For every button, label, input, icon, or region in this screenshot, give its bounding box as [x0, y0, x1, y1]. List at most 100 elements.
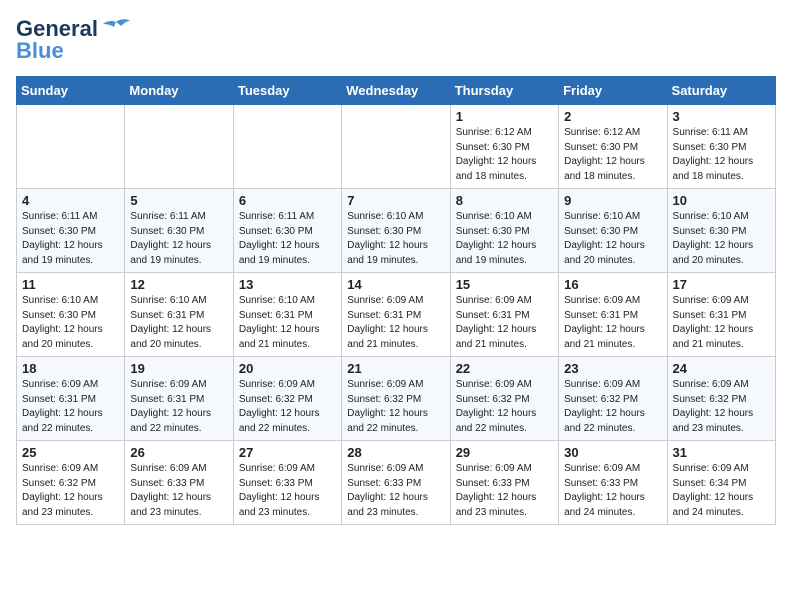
day-number: 29 — [456, 445, 553, 460]
day-info: Sunrise: 6:09 AM Sunset: 6:32 PM Dayligh… — [347, 378, 444, 436]
calendar-cell: 10 Sunrise: 6:10 AM Sunset: 6:30 PM Dayli… — [667, 189, 775, 273]
day-info: Sunrise: 6:09 AM Sunset: 6:32 PM Dayligh… — [239, 378, 336, 436]
calendar-cell — [233, 105, 341, 189]
day-number: 3 — [673, 109, 770, 124]
weekday-header-wednesday: Wednesday — [342, 77, 450, 105]
day-number: 16 — [564, 277, 661, 292]
day-number: 22 — [456, 361, 553, 376]
calendar-cell: 23 Sunrise: 6:09 AM Sunset: 6:32 PM Dayli… — [559, 357, 667, 441]
calendar-cell: 20 Sunrise: 6:09 AM Sunset: 6:32 PM Dayli… — [233, 357, 341, 441]
day-info: Sunrise: 6:12 AM Sunset: 6:30 PM Dayligh… — [456, 126, 553, 184]
day-info: Sunrise: 6:11 AM Sunset: 6:30 PM Dayligh… — [130, 210, 227, 268]
day-number: 28 — [347, 445, 444, 460]
day-number: 17 — [673, 277, 770, 292]
calendar-cell: 25 Sunrise: 6:09 AM Sunset: 6:32 PM Dayli… — [17, 441, 125, 525]
calendar-header-row: SundayMondayTuesdayWednesdayThursdayFrid… — [17, 77, 776, 105]
day-number: 10 — [673, 193, 770, 208]
calendar-cell: 14 Sunrise: 6:09 AM Sunset: 6:31 PM Dayli… — [342, 273, 450, 357]
day-info: Sunrise: 6:09 AM Sunset: 6:32 PM Dayligh… — [456, 378, 553, 436]
calendar-cell: 19Sunrise: 6:09 AM Sunset: 6:31 PM Dayli… — [125, 357, 233, 441]
calendar-cell: 1 Sunrise: 6:12 AM Sunset: 6:30 PM Daylig… — [450, 105, 558, 189]
day-number: 20 — [239, 361, 336, 376]
calendar-cell: 5 Sunrise: 6:11 AM Sunset: 6:30 PM Daylig… — [125, 189, 233, 273]
weekday-header-friday: Friday — [559, 77, 667, 105]
weekday-header-thursday: Thursday — [450, 77, 558, 105]
calendar-cell: 26 Sunrise: 6:09 AM Sunset: 6:33 PM Dayli… — [125, 441, 233, 525]
day-info: Sunrise: 6:09 AM Sunset: 6:31 PM Dayligh… — [456, 294, 553, 352]
weekday-header-monday: Monday — [125, 77, 233, 105]
day-number: 25 — [22, 445, 119, 460]
day-info: Sunrise: 6:11 AM Sunset: 6:30 PM Dayligh… — [673, 126, 770, 184]
day-number: 31 — [673, 445, 770, 460]
calendar-cell: 30Sunrise: 6:09 AM Sunset: 6:33 PM Dayli… — [559, 441, 667, 525]
calendar-cell: 4 Sunrise: 6:11 AM Sunset: 6:30 PM Daylig… — [17, 189, 125, 273]
calendar-cell: 2 Sunrise: 6:12 AM Sunset: 6:30 PM Daylig… — [559, 105, 667, 189]
day-number: 30 — [564, 445, 661, 460]
day-info: Sunrise: 6:09 AM Sunset: 6:32 PM Dayligh… — [22, 462, 119, 520]
day-number: 23 — [564, 361, 661, 376]
calendar-week-row: 18 Sunrise: 6:09 AM Sunset: 6:31 PM Dayli… — [17, 357, 776, 441]
calendar-cell: 22 Sunrise: 6:09 AM Sunset: 6:32 PM Dayli… — [450, 357, 558, 441]
day-number: 4 — [22, 193, 119, 208]
weekday-header-saturday: Saturday — [667, 77, 775, 105]
calendar-cell: 27 Sunrise: 6:09 AM Sunset: 6:33 PM Dayli… — [233, 441, 341, 525]
day-info: Sunrise: 6:09 AM Sunset: 6:31 PM Dayligh… — [22, 378, 119, 436]
calendar-cell — [125, 105, 233, 189]
logo: General Blue — [16, 16, 131, 64]
calendar-cell: 28Sunrise: 6:09 AM Sunset: 6:33 PM Dayli… — [342, 441, 450, 525]
calendar-cell: 9 Sunrise: 6:10 AM Sunset: 6:30 PM Daylig… — [559, 189, 667, 273]
calendar-cell: 7 Sunrise: 6:10 AM Sunset: 6:30 PM Daylig… — [342, 189, 450, 273]
day-number: 21 — [347, 361, 444, 376]
day-info: Sunrise: 6:09 AM Sunset: 6:31 PM Dayligh… — [564, 294, 661, 352]
day-info: Sunrise: 6:09 AM Sunset: 6:32 PM Dayligh… — [564, 378, 661, 436]
day-info: Sunrise: 6:09 AM Sunset: 6:33 PM Dayligh… — [239, 462, 336, 520]
day-info: Sunrise: 6:10 AM Sunset: 6:30 PM Dayligh… — [22, 294, 119, 352]
day-info: Sunrise: 6:10 AM Sunset: 6:30 PM Dayligh… — [564, 210, 661, 268]
calendar-cell: 8Sunrise: 6:10 AM Sunset: 6:30 PM Daylig… — [450, 189, 558, 273]
logo-bird-icon — [101, 18, 131, 40]
calendar-cell: 29Sunrise: 6:09 AM Sunset: 6:33 PM Dayli… — [450, 441, 558, 525]
day-info: Sunrise: 6:09 AM Sunset: 6:32 PM Dayligh… — [673, 378, 770, 436]
calendar-cell: 11Sunrise: 6:10 AM Sunset: 6:30 PM Dayli… — [17, 273, 125, 357]
day-info: Sunrise: 6:10 AM Sunset: 6:30 PM Dayligh… — [347, 210, 444, 268]
day-number: 9 — [564, 193, 661, 208]
day-info: Sunrise: 6:09 AM Sunset: 6:31 PM Dayligh… — [673, 294, 770, 352]
calendar-cell: 13 Sunrise: 6:10 AM Sunset: 6:31 PM Dayli… — [233, 273, 341, 357]
day-info: Sunrise: 6:09 AM Sunset: 6:34 PM Dayligh… — [673, 462, 770, 520]
calendar-week-row: 25 Sunrise: 6:09 AM Sunset: 6:32 PM Dayli… — [17, 441, 776, 525]
calendar-cell: 18 Sunrise: 6:09 AM Sunset: 6:31 PM Dayli… — [17, 357, 125, 441]
day-info: Sunrise: 6:11 AM Sunset: 6:30 PM Dayligh… — [239, 210, 336, 268]
day-number: 6 — [239, 193, 336, 208]
day-number: 18 — [22, 361, 119, 376]
day-info: Sunrise: 6:09 AM Sunset: 6:31 PM Dayligh… — [130, 378, 227, 436]
day-number: 7 — [347, 193, 444, 208]
day-info: Sunrise: 6:10 AM Sunset: 6:31 PM Dayligh… — [239, 294, 336, 352]
calendar-cell: 21 Sunrise: 6:09 AM Sunset: 6:32 PM Dayli… — [342, 357, 450, 441]
day-number: 2 — [564, 109, 661, 124]
calendar-week-row: 11Sunrise: 6:10 AM Sunset: 6:30 PM Dayli… — [17, 273, 776, 357]
weekday-header-tuesday: Tuesday — [233, 77, 341, 105]
day-number: 26 — [130, 445, 227, 460]
calendar-week-row: 1 Sunrise: 6:12 AM Sunset: 6:30 PM Daylig… — [17, 105, 776, 189]
day-info: Sunrise: 6:10 AM Sunset: 6:31 PM Dayligh… — [130, 294, 227, 352]
day-info: Sunrise: 6:10 AM Sunset: 6:30 PM Dayligh… — [456, 210, 553, 268]
day-number: 1 — [456, 109, 553, 124]
day-info: Sunrise: 6:10 AM Sunset: 6:30 PM Dayligh… — [673, 210, 770, 268]
day-info: Sunrise: 6:09 AM Sunset: 6:31 PM Dayligh… — [347, 294, 444, 352]
day-info: Sunrise: 6:12 AM Sunset: 6:30 PM Dayligh… — [564, 126, 661, 184]
day-info: Sunrise: 6:09 AM Sunset: 6:33 PM Dayligh… — [130, 462, 227, 520]
day-number: 5 — [130, 193, 227, 208]
calendar-cell: 6 Sunrise: 6:11 AM Sunset: 6:30 PM Daylig… — [233, 189, 341, 273]
day-number: 15 — [456, 277, 553, 292]
day-number: 27 — [239, 445, 336, 460]
calendar-cell: 3 Sunrise: 6:11 AM Sunset: 6:30 PM Daylig… — [667, 105, 775, 189]
day-number: 14 — [347, 277, 444, 292]
day-info: Sunrise: 6:11 AM Sunset: 6:30 PM Dayligh… — [22, 210, 119, 268]
calendar-cell: 12Sunrise: 6:10 AM Sunset: 6:31 PM Dayli… — [125, 273, 233, 357]
page-header: General Blue — [16, 16, 776, 64]
calendar-cell — [342, 105, 450, 189]
weekday-header-sunday: Sunday — [17, 77, 125, 105]
day-number: 13 — [239, 277, 336, 292]
calendar-week-row: 4 Sunrise: 6:11 AM Sunset: 6:30 PM Daylig… — [17, 189, 776, 273]
calendar-cell: 17 Sunrise: 6:09 AM Sunset: 6:31 PM Dayli… — [667, 273, 775, 357]
